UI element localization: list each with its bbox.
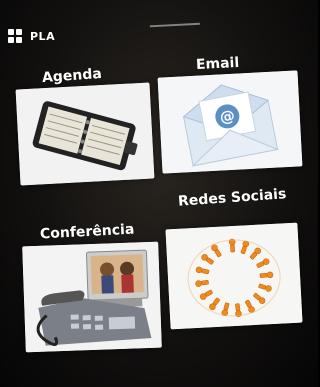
conferencia-tile[interactable] xyxy=(22,241,162,353)
agenda-tile[interactable] xyxy=(15,82,155,186)
email-tile[interactable]: @ xyxy=(157,70,303,174)
email-label: Email xyxy=(195,54,240,74)
redes-sociais-label: Redes Sociais xyxy=(177,186,287,210)
agenda-label: Agenda xyxy=(41,65,103,87)
signal-indicator-icon xyxy=(149,22,201,34)
status-bar: PLA xyxy=(8,26,55,46)
email-envelope-icon: @ xyxy=(157,70,303,174)
conference-phone-icon xyxy=(22,241,162,353)
phone-screen: PLA Agenda Email @ Conferência Redes Soc… xyxy=(0,0,318,387)
conferencia-label: Conferência xyxy=(39,221,135,243)
social-network-circle-icon xyxy=(165,222,303,330)
windows-logo-icon[interactable] xyxy=(8,29,22,43)
redes-sociais-tile[interactable] xyxy=(165,222,303,330)
planner-book-icon xyxy=(15,82,155,186)
app-title: PLA xyxy=(30,29,56,43)
